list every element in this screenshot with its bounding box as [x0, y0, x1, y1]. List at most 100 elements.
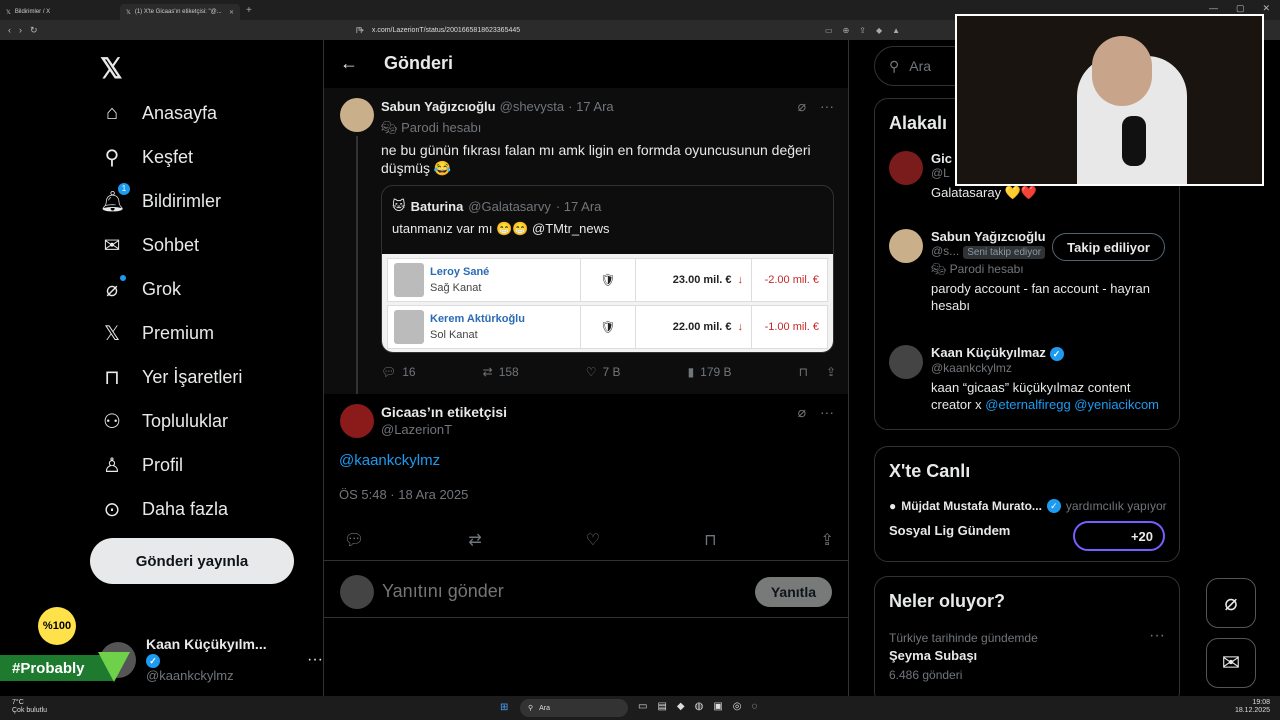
bio-links[interactable]: @eternalfiregg @yeniacikcom: [985, 397, 1159, 412]
live-listeners-badge[interactable]: +20: [1073, 521, 1165, 551]
quote-author-name: Baturina: [410, 198, 464, 214]
nav-bookmarks[interactable]: ⊓ Yer İşaretleri: [100, 355, 242, 399]
nav-profile[interactable]: ♙ Profil: [100, 443, 183, 487]
share-icon[interactable]: ⇪: [821, 530, 834, 550]
more-circle-icon: ⊙: [103, 498, 121, 521]
windows-taskbar: 7°C Çok bulutlu ⊞ ⚲ Ara ▭ ▤ ◆ ◍ ▣ ◎ ◌ 19…: [0, 696, 1280, 720]
parody-label: Parodi hesabı: [401, 120, 482, 135]
site-info-icon[interactable]: ⇋: [358, 26, 364, 34]
browser-tab-active[interactable]: 𝕏 (1) X'te Gicaas'ın etiketçisi: "@... ✕: [120, 4, 240, 20]
trend-topic[interactable]: Şeyma Subaşı: [889, 648, 977, 663]
grok-icon: ⌀: [100, 274, 126, 302]
search-icon: ⚲: [889, 57, 900, 74]
screen-cast-icon[interactable]: ▭: [825, 26, 833, 35]
reply-input[interactable]: [382, 581, 682, 602]
more-dots-icon[interactable]: ···: [820, 404, 834, 421]
avatar: [340, 575, 374, 609]
following-button[interactable]: Takip ediliyor: [1052, 233, 1165, 261]
live-host[interactable]: ● Müjdat Mustafa Murato... ✓ yardımcılık…: [889, 499, 1167, 513]
author-handle[interactable]: @shevysta: [500, 99, 565, 114]
avatar: ●: [889, 499, 897, 513]
reply-button[interactable]: Yanıtla: [754, 577, 832, 607]
verified-icon: ✓: [1046, 499, 1061, 513]
back-nav-icon[interactable]: ‹: [8, 25, 11, 36]
reload-icon[interactable]: ↻: [30, 25, 38, 36]
envelope-icon: ✉: [103, 234, 121, 257]
bookmark-icon[interactable]: ⊓: [799, 365, 808, 379]
messages-float-icon[interactable]: ✉: [1206, 638, 1256, 688]
like-action[interactable]: ♡ 7 B: [586, 365, 621, 379]
grok-icon[interactable]: ⌀: [798, 98, 806, 115]
discord-icon[interactable]: ◍: [695, 701, 704, 712]
share-icon[interactable]: ⇪: [859, 26, 866, 35]
task-view-icon[interactable]: ▭: [638, 701, 647, 712]
home-icon: ⌂: [105, 101, 119, 124]
nav-explore[interactable]: ⚲ Keşfet: [100, 135, 193, 179]
author-name[interactable]: Sabun Yağızcıoğlu: [381, 99, 496, 114]
page-header: ← Gönderi: [324, 40, 848, 86]
brave-browser-icon[interactable]: ◆: [677, 701, 685, 712]
reply-composer: Yanıtla: [324, 560, 848, 618]
nav-chat[interactable]: ✉ Sohbet: [100, 223, 199, 267]
player-position: Sol Kanat: [430, 329, 478, 341]
file-explorer-icon[interactable]: ▤: [657, 701, 666, 712]
stream-overlay-tag: #Probably: [0, 655, 113, 681]
zoom-icon[interactable]: ⊕: [843, 26, 850, 35]
bookmark-icon[interactable]: ⊓: [704, 530, 716, 550]
forward-nav-icon[interactable]: ›: [19, 25, 22, 36]
minimize-icon[interactable]: —: [1209, 3, 1218, 14]
brave-shield-icon[interactable]: ◆: [876, 26, 882, 35]
post-button[interactable]: Gönderi yayınla: [90, 538, 294, 584]
more-dots-icon[interactable]: ···: [820, 98, 834, 115]
app-icon[interactable]: ◎: [733, 701, 742, 712]
close-tab-icon[interactable]: ✕: [229, 9, 234, 16]
tweet-timestamp[interactable]: ÖS 5:48 · 18 Ara 2025: [339, 487, 468, 502]
nav-communities[interactable]: ⚇ Topluluklar: [100, 399, 228, 443]
mention-link[interactable]: @kaankckylmz: [339, 452, 440, 469]
more-dots-icon[interactable]: ···: [307, 651, 323, 669]
tweet-date[interactable]: · 17 Ara: [568, 99, 614, 114]
author-name[interactable]: Gicaas’ın etiketçisi: [381, 404, 507, 420]
avatar[interactable]: [340, 404, 374, 438]
system-clock[interactable]: 19:08 18.12.2025: [1235, 699, 1270, 715]
close-window-icon[interactable]: ✕: [1262, 3, 1270, 14]
app-icon[interactable]: ◌: [752, 701, 758, 712]
taskbar-search[interactable]: ⚲ Ara: [520, 699, 628, 717]
nav-more[interactable]: ⊙ Daha fazla: [100, 487, 228, 531]
reply-icon: 💬︎: [381, 365, 397, 379]
related-account[interactable]: Kaan Küçükyılmaz ✓ @kaankckylmz kaan “gi…: [889, 345, 1171, 413]
nav-premium[interactable]: 𝕏 Premium: [100, 311, 214, 355]
app-icon[interactable]: ▣: [713, 701, 722, 712]
parent-tweet[interactable]: Sabun Yağızcıoğlu @shevysta · 17 Ara ⌀ ·…: [324, 88, 848, 394]
windows-start-icon[interactable]: ⊞: [500, 702, 508, 713]
x-logo-icon[interactable]: 𝕏: [100, 52, 123, 85]
new-tab-icon[interactable]: +: [246, 5, 252, 16]
browser-tab[interactable]: 𝕏 Bildirimler / X: [0, 4, 120, 20]
nav-home[interactable]: ⌂ Anasayfa: [100, 91, 217, 135]
grok-icon[interactable]: ⌀: [798, 404, 806, 421]
views-action[interactable]: ▮ 179 B: [688, 365, 732, 379]
more-dots-icon[interactable]: ···: [1149, 627, 1165, 645]
quote-image[interactable]: Leroy Sané Sağ Kanat 🛡︎ 23.00 mil. € ↓ -2…: [382, 254, 833, 352]
heart-icon[interactable]: ♡: [586, 530, 600, 550]
live-space-title[interactable]: Sosyal Lig Gündem: [889, 523, 1010, 538]
address-bar[interactable]: x.com/LazerionT/status/20016658186233654…: [372, 27, 520, 34]
webcam-overlay: [955, 14, 1264, 186]
weather-widget[interactable]: 7°C Çok bulutlu: [12, 699, 47, 715]
back-arrow-icon[interactable]: ←: [340, 53, 358, 74]
account-switcher[interactable]: Kaan Küçükyılm... ✓ @kaankckylmz ···: [100, 636, 323, 683]
club-crest-icon: 🛡︎: [580, 306, 636, 348]
repost-action[interactable]: ⇄ 158: [483, 365, 519, 379]
share-icon[interactable]: ⇪: [826, 365, 836, 379]
grok-float-icon[interactable]: ⌀: [1206, 578, 1256, 628]
maximize-icon[interactable]: ▢: [1236, 3, 1245, 14]
x-logo-icon: 𝕏: [126, 9, 131, 16]
repost-icon[interactable]: ⇄: [468, 530, 481, 550]
reply-action[interactable]: 💬︎ 16: [381, 365, 416, 379]
nav-grok[interactable]: ⌀ Grok: [100, 267, 181, 311]
reply-icon[interactable]: 💬︎: [344, 530, 364, 550]
nav-notifications[interactable]: 🔔︎ 1 Bildirimler: [100, 179, 221, 223]
quoted-tweet[interactable]: 🐱︎ Baturina @Galatasarvy · 17 Ara utanma…: [381, 185, 834, 353]
brave-rewards-icon[interactable]: ▲: [892, 26, 900, 35]
author-handle[interactable]: @LazerionT: [381, 422, 452, 437]
